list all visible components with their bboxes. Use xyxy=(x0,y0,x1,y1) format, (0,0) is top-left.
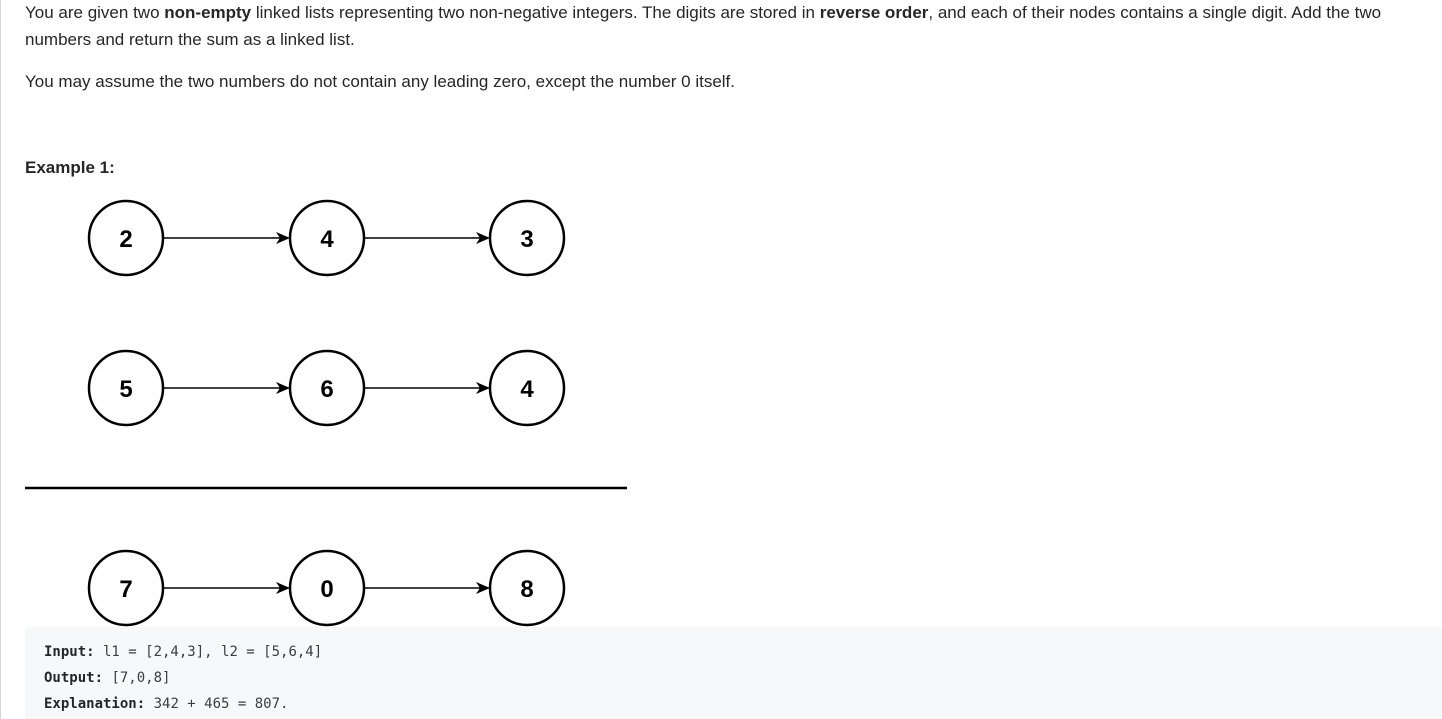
input-label: Input: xyxy=(44,644,95,660)
node-value: 4 xyxy=(520,376,534,403)
output-value: [7,0,8] xyxy=(103,670,171,686)
code-line-output: Output: [7,0,8] xyxy=(44,670,170,686)
list-node: 7 xyxy=(87,549,165,627)
linked-list-diagram: 2 4 3 5 6 4 7 0 8 xyxy=(25,199,627,627)
list-node: 5 xyxy=(87,349,165,427)
node-value: 4 xyxy=(320,226,334,253)
output-label: Output: xyxy=(44,670,104,686)
node-value: 8 xyxy=(520,576,533,603)
code-line-input: Input: l1 = [2,4,3], l2 = [5,6,4] xyxy=(44,644,322,660)
list-node: 3 xyxy=(488,199,566,277)
arrow-edge xyxy=(164,382,290,394)
arrow-edge xyxy=(364,382,490,394)
arrow-edge xyxy=(364,582,490,594)
list-node: 6 xyxy=(288,349,366,427)
node-value: 5 xyxy=(119,376,132,403)
description-bold-reverse-order: reverse order xyxy=(819,3,929,22)
explanation-value: 342 + 465 = 807. xyxy=(145,696,289,712)
arrow-edge xyxy=(364,232,490,244)
list-node: 0 xyxy=(288,549,366,627)
node-value: 2 xyxy=(119,226,132,253)
node-value: 3 xyxy=(520,226,533,253)
node-value: 7 xyxy=(119,576,132,603)
node-value: 0 xyxy=(320,576,333,603)
list-node: 4 xyxy=(488,349,566,427)
node-value: 6 xyxy=(320,376,333,403)
code-line-explanation: Explanation: 342 + 465 = 807. xyxy=(44,696,288,712)
list-node: 4 xyxy=(288,199,366,277)
arrow-edge xyxy=(164,232,290,244)
list-node: 8 xyxy=(488,549,566,627)
input-value: l1 = [2,4,3], l2 = [5,6,4] xyxy=(94,644,323,660)
example-code-block: Input: l1 = [2,4,3], l2 = [5,6,4] Output… xyxy=(25,627,1442,719)
list-node: 2 xyxy=(87,199,165,277)
arrow-edge xyxy=(164,582,290,594)
explanation-label: Explanation: xyxy=(44,696,146,712)
